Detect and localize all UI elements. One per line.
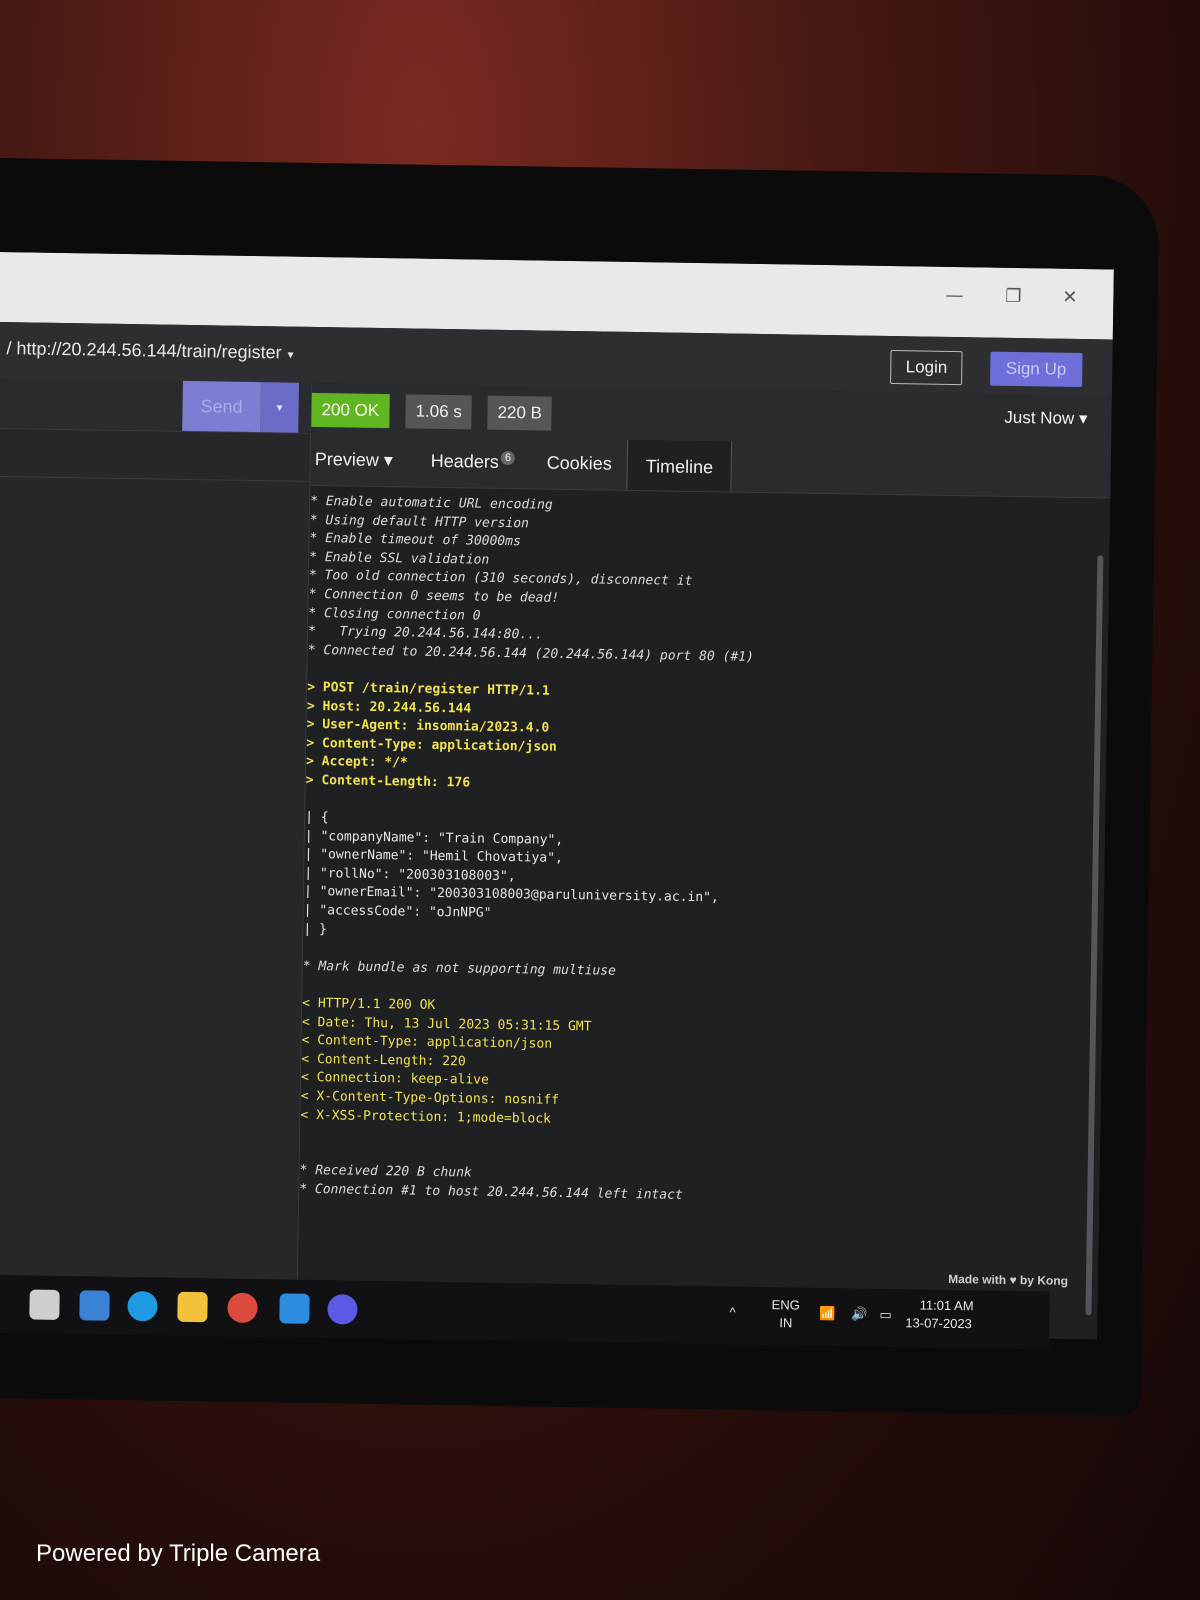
folder-icon[interactable]	[177, 1291, 208, 1323]
tab-cookies[interactable]: Cookies	[547, 453, 612, 475]
url-text: / http://20.244.56.144/train/register	[6, 338, 282, 363]
file-explorer-icon[interactable]	[29, 1289, 60, 1320]
chevron-down-icon[interactable]: ▾	[288, 348, 294, 362]
size-badge: 220 B	[487, 395, 553, 431]
region-indicator: IN	[779, 1315, 793, 1331]
timeline-log: * Enable automatic URL encoding * Using …	[299, 493, 1070, 1211]
time-badge: 1.06 s	[405, 394, 473, 430]
photo-scene: — ❐ ✕ / http://20.244.56.144/train/regis…	[0, 0, 1200, 1600]
send-row: Send ▾	[0, 377, 311, 434]
send-dropdown-icon[interactable]: ▾	[260, 382, 299, 433]
volume-icon[interactable]: 🔊	[851, 1306, 867, 1322]
vscode-icon[interactable]	[279, 1293, 310, 1324]
chrome-icon[interactable]	[227, 1292, 258, 1324]
battery-icon[interactable]: ▭	[879, 1307, 892, 1323]
tab-headers[interactable]: Headers 6	[430, 450, 516, 473]
edge-icon[interactable]	[79, 1290, 110, 1321]
request-pane: Send ▾	[0, 377, 312, 1327]
send-button[interactable]: Send	[182, 380, 261, 433]
insomnia-window: — ❐ ✕ / http://20.244.56.144/train/regis…	[0, 252, 1114, 1340]
tab-preview[interactable]: Preview ▾	[315, 449, 393, 471]
minimize-icon[interactable]: —	[945, 285, 963, 306]
camera-watermark: Powered by Triple Camera	[36, 1540, 321, 1567]
status-badge: 200 OK	[311, 392, 390, 429]
insomnia-icon[interactable]	[327, 1294, 358, 1325]
clock-time[interactable]: 11:01 AM	[920, 1297, 974, 1313]
made-with-kong: Made with ♥ by Kong	[948, 1272, 1069, 1288]
history-dropdown[interactable]: Just Now ▾	[1004, 408, 1087, 429]
close-icon[interactable]: ✕	[1062, 287, 1077, 308]
restore-icon[interactable]: ❐	[1005, 286, 1021, 307]
tab-timeline[interactable]: Timeline	[626, 439, 733, 492]
divider	[0, 475, 310, 482]
tab-headers-label: Headers	[430, 450, 499, 472]
signup-button[interactable]: Sign Up	[989, 351, 1083, 388]
headers-count-badge: 6	[500, 450, 516, 466]
response-pane: 200 OK 1.06 s 220 B Just Now ▾ Preview ▾…	[297, 382, 1112, 1340]
edge-icon[interactable]	[127, 1291, 158, 1322]
chevron-up-icon[interactable]: ^	[729, 1304, 735, 1319]
request-url[interactable]: / http://20.244.56.144/train/register ▾	[6, 338, 294, 364]
language-indicator[interactable]: ENG	[772, 1297, 800, 1312]
clock-date[interactable]: 13-07-2023	[905, 1315, 972, 1331]
login-button[interactable]: Login	[890, 350, 963, 386]
wifi-icon[interactable]: 📶	[819, 1306, 835, 1322]
